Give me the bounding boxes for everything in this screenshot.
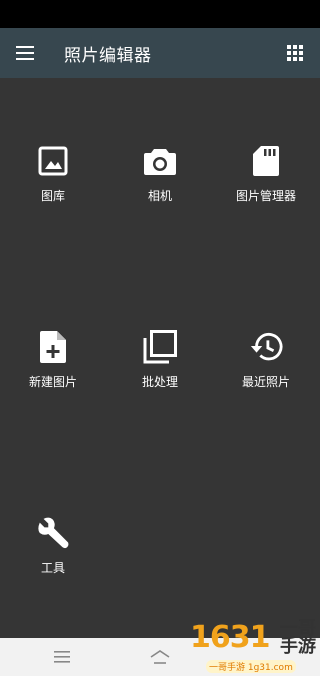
nav-menu-button[interactable] — [42, 638, 82, 676]
wrench-icon — [36, 516, 70, 550]
feature-grid: 图库 相机 图片管理器 新建图片 批处理 最近照片 工具 — [0, 78, 320, 638]
history-icon — [249, 330, 283, 364]
tile-tools[interactable]: 工具 — [0, 516, 106, 606]
status-bar — [0, 0, 320, 28]
tile-camera[interactable]: 相机 — [107, 144, 213, 234]
camera-icon — [143, 144, 177, 178]
tile-label: 图片管理器 — [235, 189, 296, 203]
tile-label: 最近照片 — [241, 375, 290, 389]
tile-label: 工具 — [40, 561, 65, 575]
hamburger-menu-icon — [16, 46, 34, 60]
tile-label: 相机 — [147, 189, 172, 203]
apps-grid-button[interactable] — [270, 28, 320, 78]
new-file-icon — [36, 330, 70, 364]
tile-new-image[interactable]: 新建图片 — [0, 330, 106, 420]
nav-home-button[interactable] — [140, 638, 180, 676]
tile-gallery[interactable]: 图库 — [0, 144, 106, 234]
watermark-number: 1631 — [190, 620, 270, 655]
gallery-image-icon — [36, 144, 70, 178]
tile-image-manager[interactable]: 图片管理器 — [213, 144, 319, 234]
app-title: 照片编辑器 — [64, 45, 152, 66]
watermark-url: 一哥手游 1g31.com — [206, 660, 296, 673]
menu-button[interactable] — [0, 28, 50, 78]
nav-menu-icon — [54, 651, 70, 663]
tile-label: 批处理 — [141, 375, 178, 389]
tile-label: 图库 — [40, 189, 65, 203]
grid-apps-icon — [287, 45, 303, 61]
app-bar: 照片编辑器 — [0, 28, 320, 78]
tile-recent-photos[interactable]: 最近照片 — [213, 330, 319, 420]
tile-batch[interactable]: 批处理 — [107, 330, 213, 420]
watermark-logo: 1631 一哥 手游 一哥手游 1g31.com — [190, 618, 320, 676]
nav-home-icon — [150, 650, 170, 664]
tile-label: 新建图片 — [28, 375, 77, 389]
batch-copy-icon — [143, 330, 177, 364]
sd-card-icon — [249, 144, 283, 178]
watermark-title: 一哥 手游 — [280, 618, 316, 657]
